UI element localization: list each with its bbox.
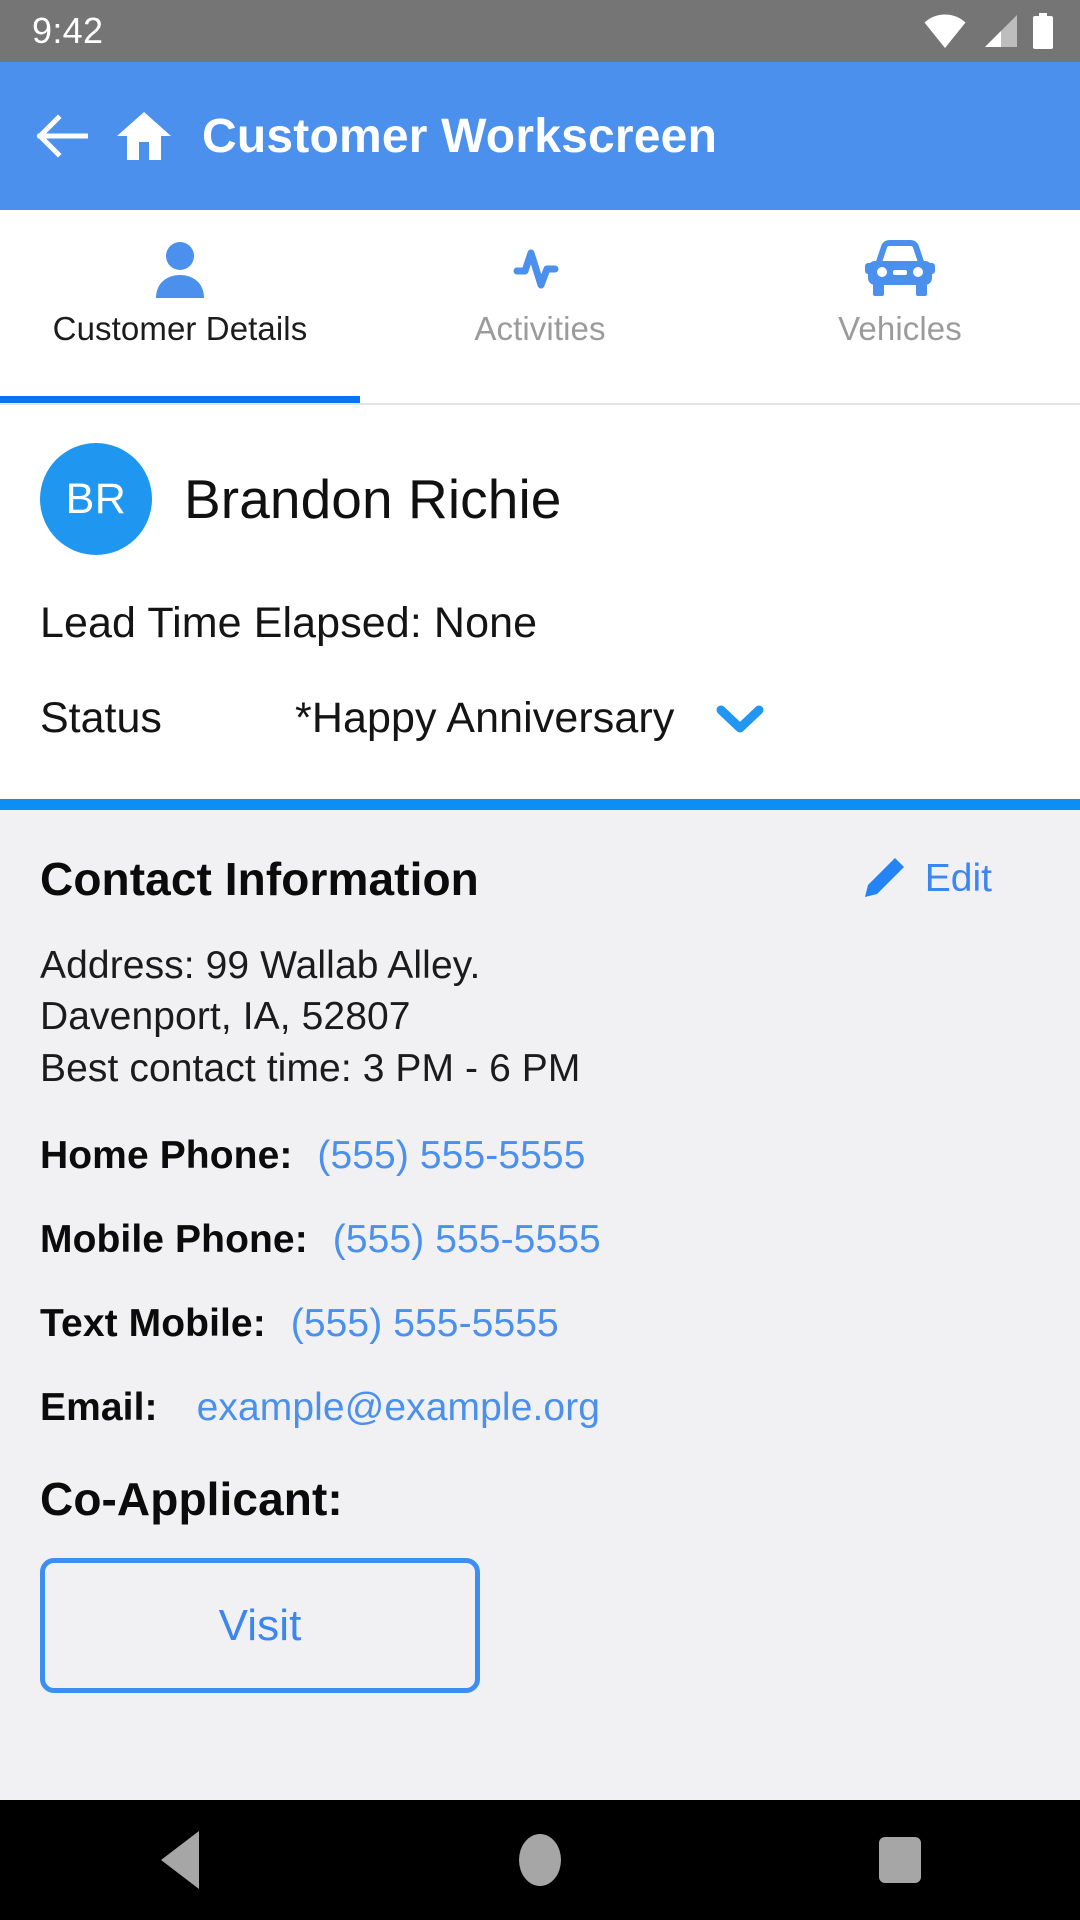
section-divider [0,799,1080,810]
edit-label: Edit [924,857,992,900]
nav-recents-icon[interactable] [840,1800,960,1920]
email-value[interactable]: example@example.org [197,1386,601,1429]
home-phone-row: Home Phone: (555) 555-5555 [40,1134,1040,1178]
tab-label: Vehicles [838,310,962,347]
app-bar: Customer Workscreen [0,62,1080,210]
home-icon[interactable] [112,104,176,168]
tab-label: Activities [474,310,606,347]
android-navigation-bar [0,1800,1080,1920]
nav-back-icon[interactable] [120,1800,240,1920]
pencil-icon [859,855,907,903]
address-line: Address: 99 Wallab Alley. [40,944,481,987]
text-mobile-value[interactable]: (555) 555-5555 [291,1302,559,1345]
tab-activities[interactable]: Activities [360,210,720,403]
lead-time-elapsed: Lead Time Elapsed: None [40,599,538,647]
address-line: Davenport, IA, 52807 [40,995,411,1039]
back-arrow-icon[interactable] [30,104,94,168]
home-phone-value[interactable]: (555) 555-5555 [317,1134,585,1177]
customer-summary-panel: BR Brandon Richie Lead Time Elapsed: Non… [0,405,1080,799]
chevron-down-icon[interactable] [716,704,764,734]
text-mobile-row: Text Mobile: (555) 555-5555 [40,1302,1040,1346]
contact-header: Contact Information Edit [40,852,1040,906]
activity-pulse-icon [509,238,571,300]
phone-screen: 9:42 Customer Workscreen Customer Detail… [0,0,1080,1920]
text-mobile-label: Text Mobile: [40,1302,266,1346]
avatar: BR [40,443,152,555]
mobile-phone-value[interactable]: (555) 555-5555 [333,1218,601,1261]
edit-button[interactable]: Edit [859,855,1040,903]
tab-label: Customer Details [52,310,308,347]
visit-button[interactable]: Visit [40,1558,480,1694]
page-title: Customer Workscreen [202,109,718,163]
address-line: Best contact time: 3 PM - 6 PM [40,1046,581,1090]
email-label: Email: [40,1386,158,1430]
mobile-phone-label: Mobile Phone: [40,1218,308,1262]
person-icon [149,238,211,300]
car-icon [865,238,935,300]
wifi-icon [924,14,966,48]
status-bar-time: 9:42 [32,10,104,51]
nav-home-icon[interactable] [480,1800,600,1920]
status-bar-icons [924,13,1054,49]
co-applicant-label: Co-Applicant: [40,1473,343,1526]
status-label: Status [40,694,162,742]
status-row: Status *Happy Anniversary [0,694,1080,743]
tab-vehicles[interactable]: Vehicles [720,210,1080,403]
email-row: Email: example@example.org [40,1386,1040,1430]
customer-name: Brandon Richie [184,468,562,530]
contact-information-section: Contact Information Edit Address: 99 Wal… [0,810,1080,1800]
contact-section-title: Contact Information [40,853,479,905]
tab-customer-details[interactable]: Customer Details [0,210,360,403]
tab-bar: Customer Details Activities Vehicles [0,210,1080,405]
status-value[interactable]: *Happy Anniversary [295,694,674,743]
customer-identity-row: BR Brandon Richie [0,443,1080,555]
address-block: Address: 99 Wallab Alley. Davenport, IA,… [40,940,1040,1094]
home-phone-label: Home Phone: [40,1134,293,1178]
mobile-phone-row: Mobile Phone: (555) 555-5555 [40,1218,1040,1262]
cellular-signal-icon [980,14,1018,48]
battery-icon [1032,13,1054,49]
tab-active-indicator [0,396,360,403]
status-bar: 9:42 [0,0,1080,62]
